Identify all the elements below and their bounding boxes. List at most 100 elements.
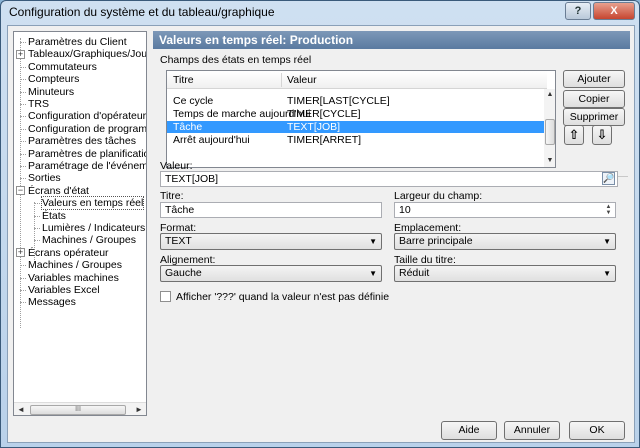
- row-value: TIMER[CYCLE]: [287, 108, 361, 120]
- delete-button[interactable]: Supprimer: [563, 108, 625, 126]
- tree-item[interactable]: Compteurs: [28, 73, 79, 85]
- tree-item[interactable]: Configuration de programme: [28, 123, 146, 135]
- value-input[interactable]: TEXT[JOB] 🔎: [160, 171, 618, 187]
- tree-guide-line: [20, 66, 26, 68]
- undefined-value-checkbox[interactable]: [160, 291, 171, 302]
- tree-item[interactable]: Paramétrage de l'événement: [28, 160, 146, 172]
- scroll-left-icon[interactable]: ◄: [14, 403, 28, 415]
- tree-item[interactable]: Minuteurs: [28, 86, 74, 98]
- tree-item[interactable]: Lumières / Indicateurs: [42, 222, 145, 234]
- tree-guide-line: [20, 178, 26, 180]
- copy-button[interactable]: Copier: [563, 90, 625, 108]
- spin-down-icon[interactable]: ▼: [606, 210, 612, 216]
- tree-guide-line: [20, 265, 26, 267]
- tree-guide-line: [20, 79, 26, 81]
- tree-item[interactable]: Variables Excel: [28, 284, 100, 296]
- tree-expander-icon[interactable]: +: [16, 49, 25, 59]
- tree-item[interactable]: États: [42, 210, 66, 222]
- tree-expander-icon[interactable]: −: [16, 186, 25, 196]
- tree-guide-line: [20, 104, 26, 105]
- scroll-down-icon[interactable]: ▼: [544, 155, 555, 167]
- scroll-thumb[interactable]: III: [30, 405, 126, 415]
- row-value: TIMER[ARRET]: [287, 134, 362, 146]
- tree-item[interactable]: Paramètres du Client: [28, 36, 127, 48]
- chevron-down-icon: ▼: [603, 269, 611, 278]
- tree-guide-line: [20, 128, 26, 130]
- tree-guide-line: [34, 240, 40, 242]
- width-stepper[interactable]: 10 ▲ ▼: [394, 202, 616, 218]
- panel-title: Valeurs en temps réel: Production: [153, 31, 630, 49]
- title-size-value: Réduit: [399, 267, 430, 279]
- scroll-up-icon[interactable]: ▲: [544, 89, 555, 101]
- placement-select[interactable]: Barre principale ▼: [394, 233, 616, 250]
- alignment-value: Gauche: [165, 267, 202, 279]
- move-up-icon[interactable]: ⇧: [564, 125, 584, 145]
- list-row[interactable]: Ce cycle TIMER[LAST[CYCLE]: [167, 95, 545, 107]
- placement-value: Barre principale: [399, 235, 473, 247]
- list-row[interactable]: Temps de marche aujourd'hui TIMER[CYCLE]: [167, 108, 545, 120]
- title-bar[interactable]: Configuration du système et du tableau/g…: [1, 1, 639, 23]
- tree-item[interactable]: Écrans d'état: [28, 185, 89, 197]
- scroll-right-icon[interactable]: ►: [132, 403, 146, 415]
- tree-item[interactable]: Paramètres de planification: [28, 148, 146, 160]
- tree-item[interactable]: Commutateurs: [28, 61, 97, 73]
- window-title: Configuration du système et du tableau/g…: [9, 5, 275, 19]
- row-value: TIMER[LAST[CYCLE]: [287, 95, 390, 107]
- fields-list[interactable]: Titre Valeur Ce cycle TIMER[LAST[CYCLE] Te…: [166, 70, 556, 168]
- tree-guide-line: [20, 91, 26, 93]
- dialog-client: Paramètres du Client + Tableaux/Graphiques…: [7, 25, 635, 443]
- add-button[interactable]: Ajouter: [563, 70, 625, 88]
- help-icon[interactable]: ?: [565, 2, 591, 20]
- tree-item[interactable]: Sorties: [28, 172, 61, 184]
- scroll-thumb[interactable]: [545, 119, 555, 145]
- format-select[interactable]: TEXT ▼: [160, 233, 382, 250]
- tree-guide-line: [20, 141, 26, 143]
- tree-item[interactable]: Paramètres des tâches: [28, 135, 136, 147]
- tree-guide-line: [34, 203, 40, 205]
- title-input[interactable]: Tâche: [160, 202, 382, 218]
- tree-item[interactable]: Écrans opérateur: [28, 247, 109, 259]
- format-value: TEXT: [165, 235, 192, 247]
- tree-guide-line: [34, 215, 40, 217]
- row-title: Tâche: [173, 121, 203, 133]
- settings-tree[interactable]: Paramètres du Client + Tableaux/Graphiques…: [13, 31, 147, 416]
- ok-button[interactable]: OK: [569, 421, 625, 440]
- tree-guide-line: [20, 153, 26, 155]
- tree-item[interactable]: TRS: [28, 98, 49, 110]
- chevron-down-icon: ▼: [369, 237, 377, 246]
- tree-item[interactable]: Messages: [28, 296, 76, 308]
- list-header: Titre Valeur: [167, 71, 547, 89]
- chevron-down-icon: ▼: [369, 269, 377, 278]
- find-icon[interactable]: 🔎: [602, 172, 615, 185]
- row-value: TEXT[JOB]: [287, 121, 341, 133]
- width-label: Largeur du champ:: [394, 190, 483, 202]
- tree-expander-icon[interactable]: +: [16, 248, 25, 258]
- tree-item[interactable]: Variables machines: [28, 272, 119, 284]
- tree-item[interactable]: Configuration d'opérateur: [28, 110, 146, 122]
- row-title: Ce cycle: [173, 95, 214, 107]
- tree-guide-line: [20, 38, 21, 328]
- tree-item[interactable]: Machines / Groupes: [42, 234, 136, 246]
- list-row[interactable]: Arrêt aujourd'hui TIMER[ARRET]: [167, 134, 545, 146]
- tree-item[interactable]: Valeurs en temps réel: [40, 196, 145, 211]
- spin-arrows[interactable]: ▲ ▼: [603, 204, 614, 216]
- tree-guide-line: [20, 42, 26, 43]
- tree-guide-line: [20, 166, 26, 167]
- row-title: Arrêt aujourd'hui: [173, 134, 250, 146]
- tree-item[interactable]: Tableaux/Graphiques/Journa: [28, 48, 146, 60]
- tree-guide-line: [20, 277, 26, 279]
- tree-item[interactable]: Machines / Groupes: [28, 259, 122, 271]
- undefined-value-label[interactable]: Afficher '???' quand la valeur n'est pas…: [176, 291, 389, 303]
- alignment-select[interactable]: Gauche ▼: [160, 265, 382, 282]
- close-icon[interactable]: X: [593, 2, 635, 20]
- column-title[interactable]: Titre: [173, 74, 194, 86]
- move-down-icon[interactable]: ⇩: [592, 125, 612, 145]
- list-vertical-scrollbar[interactable]: ▲ ▼: [544, 89, 555, 167]
- list-row[interactable]: Tâche TEXT[JOB]: [167, 121, 545, 133]
- cancel-button[interactable]: Annuler: [504, 421, 560, 440]
- tree-guide-line: [20, 290, 26, 291]
- tree-horizontal-scrollbar[interactable]: ◄ III ►: [14, 402, 146, 415]
- column-value[interactable]: Valeur: [287, 74, 317, 86]
- title-size-select[interactable]: Réduit ▼: [394, 265, 616, 282]
- help-button[interactable]: Aide: [441, 421, 497, 440]
